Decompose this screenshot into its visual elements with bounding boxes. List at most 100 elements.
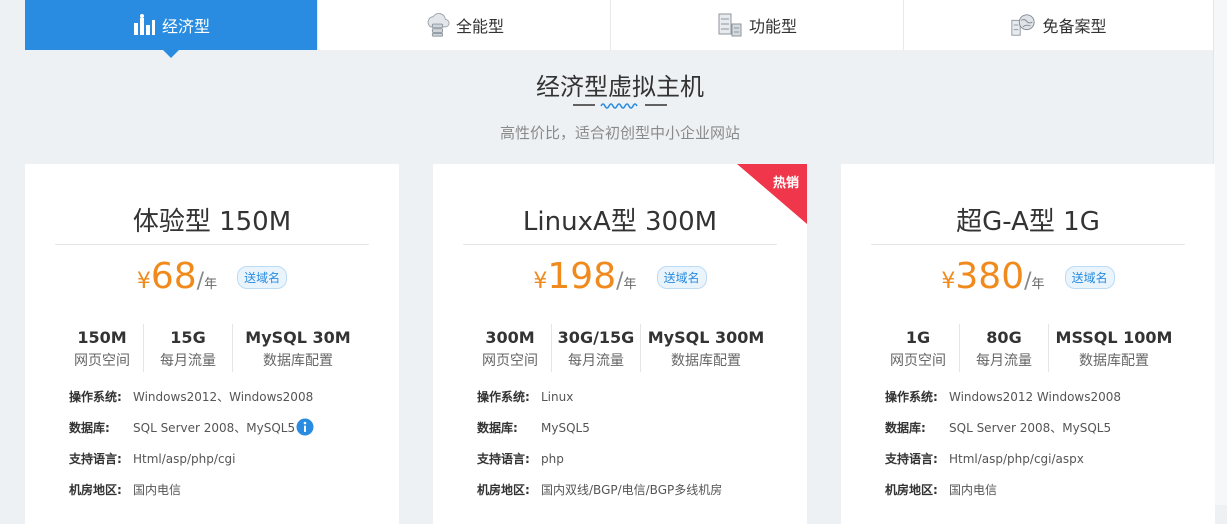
detail-value: 国内电信	[949, 483, 998, 497]
detail-row: 操作系统: Linux	[477, 389, 573, 405]
cloud-server-icon	[424, 12, 450, 38]
plan-name: LinuxA型 300M	[522, 207, 718, 237]
detail-key: 机房地区:	[69, 483, 122, 497]
spec-label: 网页空间	[482, 353, 538, 369]
detail-key: 操作系统:	[885, 390, 938, 404]
hot-sale-label: 热销	[772, 176, 799, 191]
detail-row: 数据库: MySQL5	[477, 420, 590, 436]
gift-badge: 送域名	[237, 266, 288, 289]
spec-label: 每月流量	[976, 353, 1032, 369]
section-subtitle: 高性价比，适合初创型中小企业网站	[499, 124, 740, 142]
spec-item: 15G 每月流量	[143, 324, 232, 372]
product-type-tabs: 经济型 全能型 功能型 免备案型	[25, 0, 1213, 58]
detail-value: Linux	[541, 390, 574, 404]
detail-row: 机房地区: 国内电信	[885, 482, 997, 498]
spec-value: MySQL 30M	[245, 328, 351, 347]
price-unit: 年	[204, 277, 218, 292]
detail-value: SQL Server 2008、MySQL5	[133, 421, 296, 435]
spec-label: 网页空间	[74, 353, 130, 369]
detail-key: 操作系统:	[69, 390, 122, 404]
plan-card[interactable]: 超G-A型 1G ¥380/年 送域名 1G 网页空间 80G 每月流量 MSSQ…	[841, 164, 1215, 524]
detail-value: php	[541, 452, 564, 466]
price: ¥380/年	[941, 256, 1045, 297]
divider	[871, 244, 1185, 245]
spec-value: 300M	[485, 328, 535, 347]
spec-value: MySQL 300M	[647, 328, 765, 347]
tab-label: 免备案型	[1042, 17, 1107, 36]
detail-row: 操作系统: Windows2012 Windows2008	[885, 389, 1121, 405]
price: ¥198/年	[533, 256, 637, 297]
detail-row: 机房地区: 国内双线/BGP/电信/BGP多线机房	[477, 482, 722, 498]
detail-row: 支持语言: Html/asp/php/cgi/aspx	[885, 451, 1084, 467]
detail-key: 数据库:	[477, 421, 518, 435]
currency-symbol: ¥	[533, 269, 548, 294]
divider	[463, 244, 777, 245]
price-amount: 380	[955, 256, 1025, 297]
detail-value: Html/asp/php/cgi/aspx	[949, 452, 1084, 466]
server-rack-icon	[717, 12, 743, 38]
currency-symbol: ¥	[941, 269, 956, 294]
spec-item: 300M 网页空间	[469, 324, 551, 372]
spec-summary: 150M 网页空间 15G 每月流量 MySQL 30M 数据库配置	[61, 324, 363, 372]
divider	[55, 244, 369, 245]
detail-value: Html/asp/php/cgi	[133, 452, 236, 466]
spec-item: 80G 每月流量	[959, 324, 1048, 372]
tab-no-filing[interactable]: 免备案型	[903, 0, 1213, 50]
detail-value: 国内双线/BGP/电信/BGP多线机房	[541, 483, 723, 497]
detail-value: Windows2012 Windows2008	[949, 390, 1122, 404]
tab-label: 功能型	[748, 17, 797, 36]
plan-name: 超G-A型 1G	[956, 207, 1100, 237]
tab-economy[interactable]: 经济型	[25, 0, 317, 58]
spec-label: 网页空间	[890, 353, 946, 369]
detail-value: MySQL5	[541, 421, 590, 435]
price-row: ¥198/年 送域名	[433, 256, 807, 297]
info-icon[interactable]	[296, 418, 314, 436]
detail-value: 国内电信	[133, 483, 182, 497]
spec-summary: 300M 网页空间 30G/15G 每月流量 MySQL 300M 数据库配置	[469, 324, 771, 372]
chart-bar-icon	[132, 12, 156, 38]
spec-label: 数据库配置	[263, 353, 333, 369]
detail-row: 支持语言: Html/asp/php/cgi	[69, 451, 236, 467]
tab-label: 全能型	[455, 17, 504, 36]
spec-value: 30G/15G	[557, 328, 635, 347]
tab-functional[interactable]: 功能型	[610, 0, 903, 50]
spec-item: MSSQL 100M 数据库配置	[1048, 324, 1179, 372]
spec-label: 数据库配置	[671, 353, 741, 369]
gift-badge: 送域名	[656, 266, 707, 289]
spec-summary: 1G 网页空间 80G 每月流量 MSSQL 100M 数据库配置	[877, 324, 1179, 372]
spec-value: MSSQL 100M	[1055, 328, 1173, 347]
spec-item: 1G 网页空间	[877, 324, 959, 372]
detail-key: 机房地区:	[885, 483, 938, 497]
tab-all-round[interactable]: 全能型	[317, 0, 610, 50]
price-unit: 年	[1031, 277, 1045, 292]
section-title: 经济型虚拟主机	[536, 73, 704, 101]
spec-item: MySQL 30M 数据库配置	[232, 324, 363, 372]
detail-key: 机房地区:	[477, 483, 530, 497]
globe-server-icon	[1010, 12, 1036, 38]
plan-card[interactable]: 体验型 150M ¥68/年 送域名 150M 网页空间 15G 每月流量 MyS…	[25, 164, 399, 524]
detail-row: 支持语言: php	[477, 451, 564, 467]
price-row: ¥68/年 送域名	[25, 256, 399, 297]
detail-key: 数据库:	[69, 421, 110, 435]
spec-item: MySQL 300M 数据库配置	[640, 324, 771, 372]
spec-value: 80G	[986, 328, 1022, 347]
currency-symbol: ¥	[136, 269, 151, 294]
detail-value: SQL Server 2008、MySQL5	[949, 421, 1112, 435]
detail-row: 机房地区: 国内电信	[69, 482, 181, 498]
spec-value: 1G	[905, 328, 931, 347]
detail-key: 数据库:	[885, 421, 926, 435]
spec-item: 30G/15G 每月流量	[551, 324, 640, 372]
price: ¥68/年	[136, 256, 218, 297]
price-amount: 198	[547, 256, 617, 297]
plan-card[interactable]: 热销 LinuxA型 300M ¥198/年 送域名 300M 网页空间 30G/…	[433, 164, 807, 524]
spec-label: 每月流量	[160, 353, 216, 369]
gift-badge: 送域名	[1064, 266, 1115, 289]
price-unit: 年	[623, 277, 637, 292]
spec-value: 150M	[77, 328, 127, 347]
tab-label: 经济型	[161, 17, 210, 36]
detail-value: Windows2012、Windows2008	[133, 390, 314, 404]
wave-divider-icon	[573, 103, 667, 109]
price-row: ¥380/年 送域名	[841, 256, 1215, 297]
spec-label: 数据库配置	[1079, 353, 1149, 369]
detail-key: 操作系统:	[477, 390, 530, 404]
